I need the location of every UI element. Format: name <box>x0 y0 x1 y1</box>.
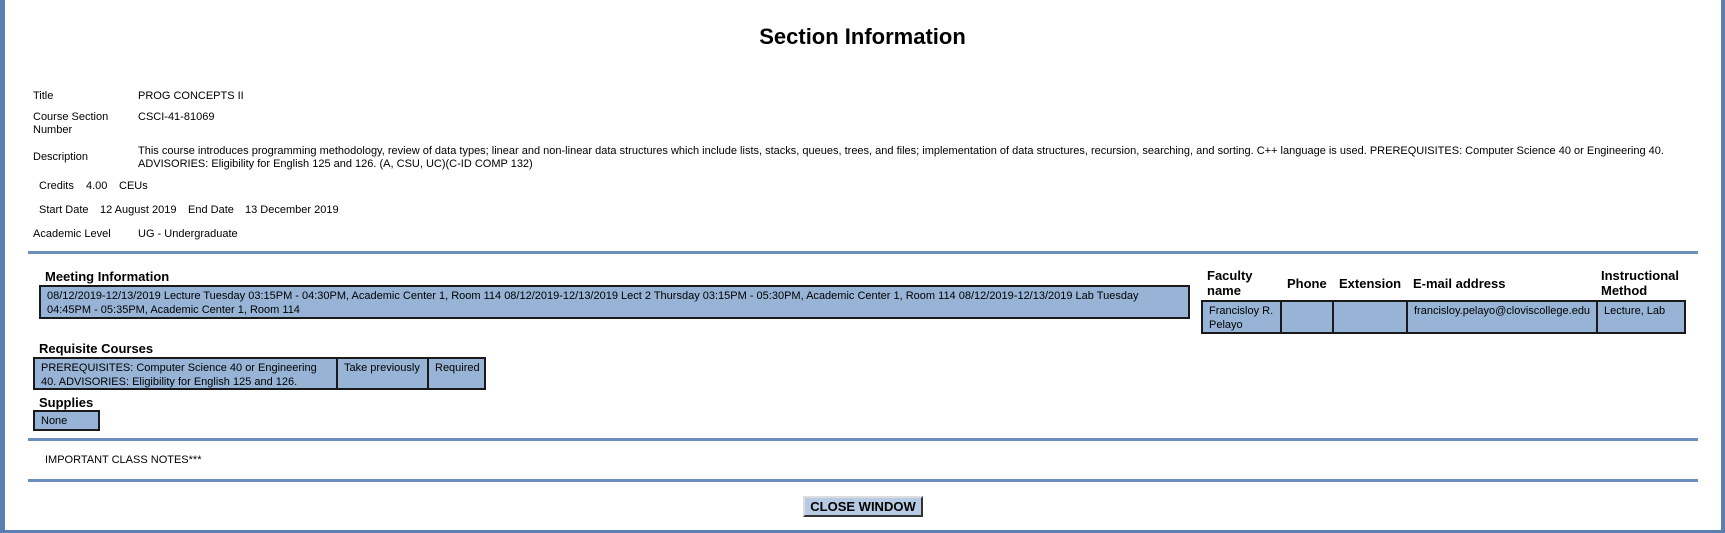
method-header-line1: Instructional <box>1601 268 1680 283</box>
requisite-text-cell: PREREQUISITES: Computer Science 40 or En… <box>33 357 338 390</box>
course-section-label-line2: Number <box>33 124 73 136</box>
extension-cell <box>1332 300 1408 334</box>
title-label: Title <box>33 90 54 102</box>
course-section-value: CSCI-41-81069 <box>138 111 215 123</box>
faculty-name-header: Faculty name <box>1207 268 1253 298</box>
supplies-cell: None <box>33 410 100 431</box>
credits-value: 4.00 <box>86 180 108 192</box>
divider <box>28 251 1698 254</box>
extension-header: Extension <box>1339 276 1402 291</box>
requisite-timing-cell: Take previously <box>336 357 429 390</box>
start-date-value: 12 August 2019 <box>100 204 177 216</box>
class-notes: IMPORTANT CLASS NOTES*** <box>45 454 202 466</box>
course-section-label: Course Section Number <box>33 111 108 137</box>
email-cell[interactable]: francisloy.pelayo@cloviscollege.edu <box>1406 300 1598 334</box>
page-title: Section Information <box>759 24 966 49</box>
title-value: PROG CONCEPTS II <box>138 90 244 102</box>
close-window-button[interactable]: CLOSE WINDOW <box>803 496 923 517</box>
credits-label: Credits <box>39 180 74 192</box>
start-date-label: Start Date <box>39 204 89 216</box>
window-frame <box>0 0 1725 533</box>
course-section-label-line1: Course Section <box>33 111 109 123</box>
divider <box>28 479 1698 482</box>
method-header: Instructional Method <box>1601 268 1679 298</box>
description-value: This course introduces programming metho… <box>138 145 1664 170</box>
meeting-details: 08/12/2019-12/13/2019 Lecture Tuesday 03… <box>39 285 1190 319</box>
academic-level-value: UG - Undergraduate <box>138 228 238 240</box>
ceus-label: CEUs <box>119 180 148 192</box>
faculty-name-header-line2: name <box>1207 283 1241 298</box>
divider <box>28 438 1698 441</box>
requisites-heading: Requisite Courses <box>39 341 154 356</box>
academic-level-label: Academic Level <box>33 228 111 240</box>
faculty-name-header-line1: Faculty <box>1207 268 1253 283</box>
description-label: Description <box>33 151 89 163</box>
meeting-heading: Meeting Information <box>45 269 170 284</box>
phone-header: Phone <box>1287 276 1327 291</box>
method-header-line2: Method <box>1601 283 1648 298</box>
email-header: E-mail address <box>1413 276 1506 291</box>
phone-cell <box>1280 300 1334 334</box>
end-date-value: 13 December 2019 <box>245 204 339 216</box>
faculty-name-cell: Francisloy R. Pelayo <box>1201 300 1282 334</box>
requisite-status-cell: Required <box>427 357 486 390</box>
supplies-heading: Supplies <box>39 395 94 410</box>
method-cell: Lecture, Lab <box>1596 300 1686 334</box>
end-date-label: End Date <box>188 204 234 216</box>
